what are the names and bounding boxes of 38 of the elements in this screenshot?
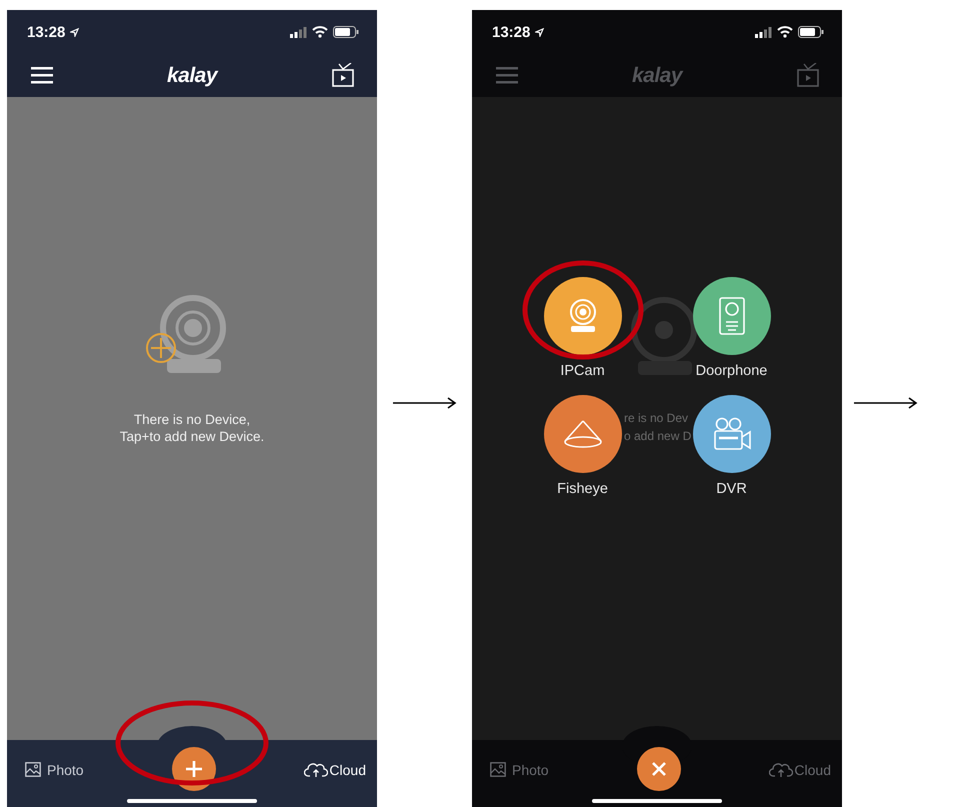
device-type-label: IPCam [560, 363, 605, 379]
wifi-icon [312, 26, 328, 38]
device-type-label: Fisheye [557, 481, 608, 497]
battery-icon [798, 26, 824, 38]
menu-icon[interactable] [31, 67, 53, 84]
photo-tab[interactable]: Photo [490, 762, 549, 778]
cloud-tab[interactable]: Cloud [769, 761, 831, 778]
add-camera-icon [145, 295, 229, 375]
tv-play-icon[interactable] [331, 63, 355, 88]
app-logo: kalay [632, 64, 682, 88]
status-time: 13:28 [27, 24, 66, 40]
plus-icon [185, 760, 203, 778]
status-time: 13:28 [492, 24, 530, 40]
empty-message: There is no Device, Tap+to add new Device. [120, 411, 264, 445]
device-type-label: Doorphone [696, 363, 768, 379]
video-camera-icon [712, 417, 752, 451]
photo-tab[interactable]: Photo [25, 762, 84, 778]
background-text: re is no Dev [624, 411, 688, 425]
doorphone-icon [718, 297, 744, 335]
cloud-tab[interactable]: Cloud [304, 761, 366, 778]
image-icon [490, 762, 506, 777]
cone-icon [562, 419, 602, 449]
wifi-icon [777, 26, 793, 38]
location-arrow-icon [70, 28, 80, 36]
signal-icon [755, 26, 772, 38]
cloud-upload-icon [769, 761, 794, 778]
image-icon [25, 762, 41, 777]
app-logo: kalay [166, 64, 218, 88]
device-type-label: DVR [716, 481, 747, 497]
location-arrow-icon [535, 28, 544, 36]
right-arrow [854, 396, 918, 408]
background-text: o add new D [624, 429, 692, 443]
right-arrow [392, 396, 456, 408]
device-type-button[interactable] [544, 277, 622, 355]
battery-icon [333, 26, 359, 38]
signal-icon [290, 26, 307, 38]
cloud-upload-icon [304, 761, 328, 778]
close-icon [651, 760, 667, 776]
